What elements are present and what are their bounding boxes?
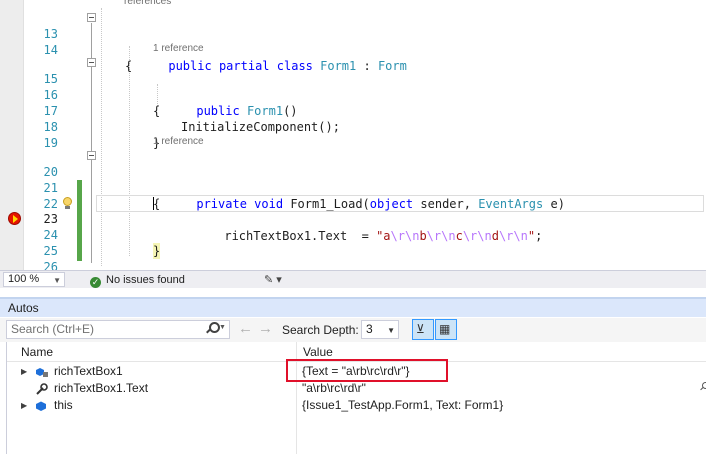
code-line-27: 27 } [0, 259, 706, 270]
check-circle-icon: ✓ [90, 277, 101, 288]
column-header-name[interactable]: Name [21, 345, 53, 359]
row-name: richTextBox1 [54, 364, 123, 378]
arrow-right-icon: → [258, 320, 273, 337]
field-icon [35, 400, 47, 411]
execution-pointer-icon[interactable] [8, 212, 21, 225]
row-name: richTextBox1.Text [54, 381, 149, 395]
lightbulb-base [65, 206, 70, 209]
chevron-down-icon: ▼ [387, 326, 395, 335]
row-value[interactable]: "a\rb\rc\rd\r" [302, 380, 366, 397]
codelens-references[interactable]: references [124, 0, 171, 8]
search-depth-label: Search Depth: [282, 323, 359, 337]
chevron-down-icon[interactable]: ▼ [219, 324, 226, 331]
codelens-references[interactable]: 1 reference [153, 43, 204, 55]
code-line-14: 14 { [0, 26, 706, 73]
codelens-text: 1 reference [153, 43, 204, 54]
search-icon[interactable] [205, 322, 220, 335]
text-visualizer-icon[interactable] [699, 382, 706, 392]
code-line-23: 23 [0, 195, 706, 226]
filter-button[interactable]: ⊻ [412, 319, 434, 340]
annotation-highlight-box [286, 359, 448, 382]
code-line-20: 20 private void Form1_Load(object sender… [0, 148, 706, 211]
search-placeholder: Search (Ctrl+E) [11, 322, 95, 336]
broom-icon: ✎ [264, 274, 274, 286]
code-line-13: 13 public partial class Form1 : Form [0, 10, 706, 73]
autos-window-title[interactable]: Autos [0, 297, 706, 317]
code-line-25: 25 [0, 227, 706, 258]
codelens-text: references [124, 0, 172, 7]
lightbulb-icon[interactable] [62, 197, 73, 210]
zoom-dropdown[interactable]: 100 % ▼ [3, 272, 65, 287]
search-next-button[interactable]: → [258, 320, 273, 338]
arrow-left-icon: ← [238, 320, 253, 337]
chevron-down-icon: ▾ [276, 274, 282, 286]
expand-arrow-icon[interactable]: ▶ [21, 397, 27, 414]
codelens-text: 1 reference [153, 136, 204, 147]
grid-view-icon: ▦ [439, 322, 451, 336]
lightbulb-glass [63, 197, 72, 206]
editor-status-bar: 100 % ▼ ✓ No issues found ✎ ▾ [0, 270, 706, 288]
code-line-21: 21 { [0, 164, 706, 211]
code-line-19: 19 [0, 119, 706, 150]
code-cleanup-button[interactable]: ✎ ▾ [264, 273, 282, 286]
code-line-26: 26 } [0, 243, 706, 270]
table-row[interactable]: richTextBox1.Text "a\rb\rc\rd\r" [7, 380, 706, 397]
zoom-value: 100 % [8, 273, 40, 285]
code-line-17: 17 InitializeComponent(); [0, 87, 706, 134]
autos-toolbar: Search (Ctrl+E) ▼ ← → Search Depth: 3 ▼ … [0, 318, 706, 342]
search-depth-value: 3 [366, 322, 373, 336]
code-editor[interactable]: references 13 public partial class Form1… [0, 0, 706, 270]
code-line-24: 24 } [0, 211, 706, 259]
search-previous-button[interactable]: ← [238, 320, 253, 338]
search-input[interactable]: Search (Ctrl+E) [6, 320, 230, 339]
issues-status[interactable]: ✓ No issues found [90, 273, 185, 288]
view-mode-button[interactable]: ▦ [435, 319, 457, 340]
code-line-15: 15 public Form1() [0, 55, 706, 118]
field-lock-icon [35, 366, 48, 377]
code-line-16: 16 { [0, 71, 706, 118]
code-line-18: 18 } [0, 103, 706, 150]
table-row[interactable]: ▶ this {Issue1_TestApp.Form1, Text: Form… [7, 397, 706, 414]
issues-status-text: No issues found [106, 274, 185, 286]
row-value[interactable]: {Issue1_TestApp.Form1, Text: Form1} [302, 397, 503, 414]
expand-arrow-icon[interactable]: ▶ [21, 363, 27, 380]
wrench-icon [35, 383, 48, 395]
code-line-22: 22 richTextBox1.Text = "a\r\nb\r\nc\r\nd… [0, 180, 706, 243]
search-depth-dropdown[interactable]: 3 ▼ [361, 320, 399, 339]
chevron-down-icon: ▼ [53, 276, 61, 285]
row-name: this [54, 398, 73, 412]
column-header-value[interactable]: Value [303, 345, 333, 359]
text-caret [153, 197, 154, 210]
filter-pin-icon: ⊻ [416, 322, 425, 336]
codelens-references[interactable]: 1 reference [153, 136, 204, 148]
autos-title-text: Autos [8, 301, 39, 315]
